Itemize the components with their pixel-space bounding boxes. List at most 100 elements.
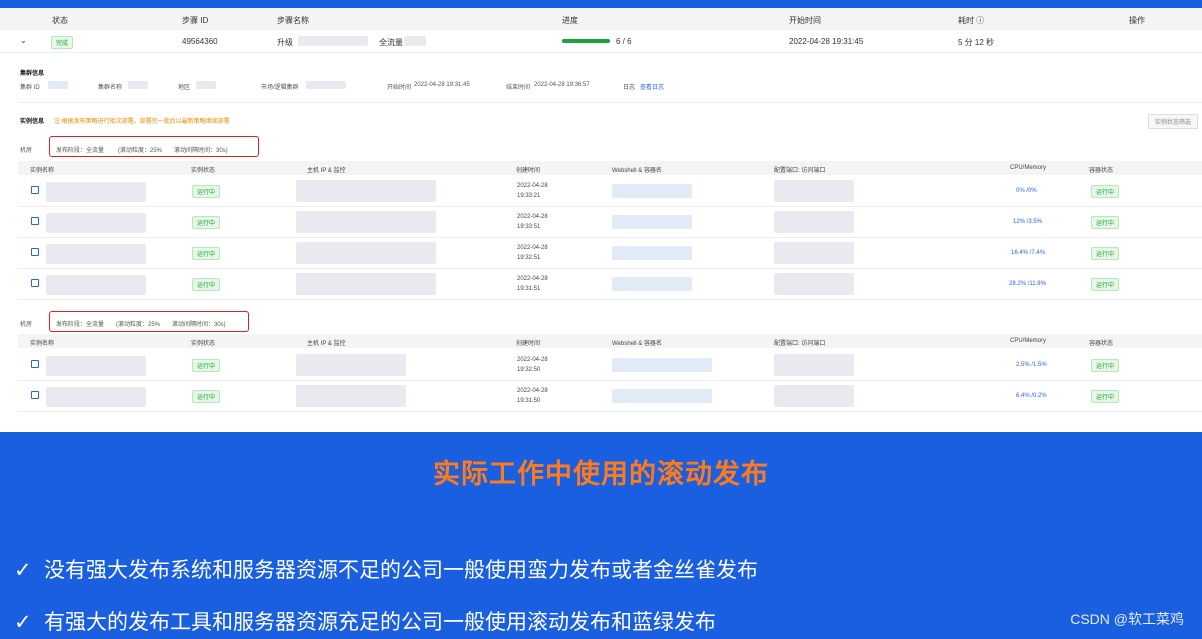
redacted-block [46, 213, 146, 233]
create-date: 2022-04-28 [517, 388, 548, 394]
rollout-interval: 滚动间隔时间：30s) [172, 322, 226, 328]
rollout-interval: 滚动间隔时间：30s) [174, 148, 228, 154]
redacted-block [46, 244, 146, 264]
instance-status-badge: 运行中 [192, 185, 221, 198]
progress-track [562, 39, 610, 43]
redacted-block [404, 36, 426, 46]
room-label: 机房 [20, 148, 33, 154]
monitor-icon[interactable] [31, 248, 39, 256]
col-host-ip: 主机 IP & 监控 [307, 168, 346, 174]
rollout-info: 发布阶段：全流量 [56, 322, 105, 328]
bullet-item: ✓ 有强大的发布工具和服务器资源充足的公司一般使用滚动发布和蓝绿发布 [14, 606, 716, 636]
cluster-name-label: 集群名称 [98, 85, 123, 91]
instance-notice: 注:根据发布策略进行批次部署，部署完一批后以最新策略继续部署 [54, 119, 230, 125]
bullet-item: ✓ 没有强大发布系统和服务器资源不足的公司一般使用蛮力发布或者金丝雀发布 [14, 554, 758, 584]
create-date: 2022-04-28 [517, 276, 548, 282]
col-instance-status: 实例状态 [191, 168, 216, 174]
col-create-time: 创建时间 [516, 341, 541, 347]
redacted-block [46, 182, 146, 202]
step-name-suffix: 全流量 [379, 38, 403, 47]
instance-info-title: 实例信息 [20, 119, 45, 125]
cpu-memory-link[interactable]: 0% /0% [1016, 188, 1037, 194]
slide-title: 实际工作中使用的滚动发布 [433, 459, 769, 489]
col-duration: 耗时 ⓘ [958, 16, 985, 25]
col-cpu-memory: CPU/Memory [1010, 338, 1047, 344]
bullet-text: 没有强大发布系统和服务器资源不足的公司一般使用蛮力发布或者金丝雀发布 [44, 559, 758, 582]
col-instance-name: 实例名称 [30, 341, 55, 347]
redacted-block [46, 387, 146, 407]
chevron-down-icon[interactable]: ⌄ [20, 36, 27, 45]
col-step-name: 步骤名称 [277, 16, 309, 25]
create-date: 2022-04-28 [517, 357, 548, 363]
redacted-link[interactable] [612, 184, 692, 198]
redacted-link[interactable] [612, 246, 692, 260]
start-time: 2022-04-28 19:31:45 [789, 37, 864, 46]
container-status-badge: 运行中 [1091, 278, 1120, 291]
redacted-block [774, 385, 854, 407]
step-name: 升级 [277, 38, 293, 47]
cpu-memory-link[interactable]: 6.4% /0.2% [1016, 393, 1047, 399]
step-row[interactable]: ⌄ 完成 49564360 升级 全流量 6 / 6 2022-04-28 19… [0, 30, 1202, 53]
cpu-memory-link[interactable]: 12% /3.5% [1013, 219, 1042, 225]
redacted-block [296, 354, 406, 376]
monitor-icon[interactable] [31, 360, 39, 368]
col-webshell: Webshell & 容器名 [612, 341, 662, 347]
rollout-ratio: (滚动粒度：25% [116, 322, 161, 328]
end-label: 结束时间 [506, 85, 531, 91]
monitor-icon[interactable] [31, 279, 39, 287]
create-time: 19:32:50 [517, 367, 541, 373]
divider [18, 102, 1202, 103]
redacted-link[interactable] [612, 358, 712, 372]
col-create-time: 创建时间 [516, 168, 541, 174]
redacted-block [774, 180, 854, 202]
cpu-memory-link[interactable]: 28.2% /11.8% [1009, 281, 1046, 287]
create-time: 19:31:51 [517, 286, 541, 292]
top-accent-bar [0, 0, 1202, 8]
redacted-block [296, 273, 436, 295]
step-id: 49564360 [182, 37, 218, 46]
redacted-link[interactable] [612, 389, 712, 403]
region-label: 地区 [178, 85, 191, 91]
redacted-block [296, 242, 436, 264]
redacted-block [306, 81, 346, 89]
redacted-block [774, 242, 854, 264]
monitor-icon[interactable] [31, 217, 39, 225]
create-date: 2022-04-28 [517, 183, 548, 189]
cpu-memory-link[interactable]: 16.4% /7.4% [1011, 250, 1045, 256]
monitor-icon[interactable] [31, 186, 39, 194]
container-status-badge: 运行中 [1091, 185, 1120, 198]
table-row[interactable]: 运行中 2022-04-28 19:32:51 16.4% /7.4% 运行中 [18, 238, 1202, 269]
redacted-block [296, 180, 436, 202]
start-label: 开始时间 [387, 85, 412, 91]
col-container-status: 容器状态 [1089, 168, 1114, 174]
container-status-badge: 运行中 [1091, 247, 1120, 260]
col-ports: 配置端口: 访问端口 [774, 341, 826, 347]
instance-filter-button[interactable]: 实例状态筛选 [1147, 114, 1198, 129]
col-cpu-memory: CPU/Memory [1010, 165, 1047, 171]
detail-panel: 集群信息 集群 ID 集群名称 地区 市场/逻辑集群 开始时间 2022-04-… [12, 58, 1202, 432]
check-icon: ✓ [14, 611, 32, 634]
redacted-link[interactable] [612, 277, 692, 291]
table-row[interactable]: 运行中 2022-04-28 19:32:50 2.5% /1.5% 运行中 [18, 350, 1202, 381]
rollout-info: 发布阶段：全流量 [56, 148, 105, 154]
create-time: 19:33:51 [517, 224, 541, 230]
table-row[interactable]: 运行中 2022-04-28 19:31:50 6.4% /0.2% 运行中 [18, 381, 1202, 412]
redacted-block [296, 211, 436, 233]
room-label: 机房 [20, 322, 33, 328]
table-row[interactable]: 运行中 2022-04-28 19:33:21 0% /0% 运行中 [18, 176, 1202, 207]
end-value: 2022-04-28 19:36:57 [534, 82, 590, 88]
cpu-memory-link[interactable]: 2.5% /1.5% [1016, 362, 1047, 368]
view-log-link[interactable]: 查看日志 [640, 82, 664, 91]
col-container-status: 容器状态 [1089, 341, 1114, 347]
progress-text: 6 / 6 [616, 37, 632, 46]
cluster-id-label: 集群 ID [20, 85, 40, 91]
redacted-link[interactable] [612, 215, 692, 229]
table-row[interactable]: 运行中 2022-04-28 19:31:51 28.2% /11.8% 运行中 [18, 269, 1202, 300]
screenshot-panel: 状态 步骤 ID 步骤名称 进度 开始时间 耗时 ⓘ 操作 ⌄ 完成 49564… [0, 0, 1202, 432]
instance-status-badge: 运行中 [192, 390, 221, 403]
table-row[interactable]: 运行中 2022-04-28 19:33:51 12% /3.5% 运行中 [18, 207, 1202, 238]
col-status: 状态 [52, 16, 68, 25]
redacted-block [774, 354, 854, 376]
redacted-block [296, 385, 406, 407]
monitor-icon[interactable] [31, 391, 39, 399]
